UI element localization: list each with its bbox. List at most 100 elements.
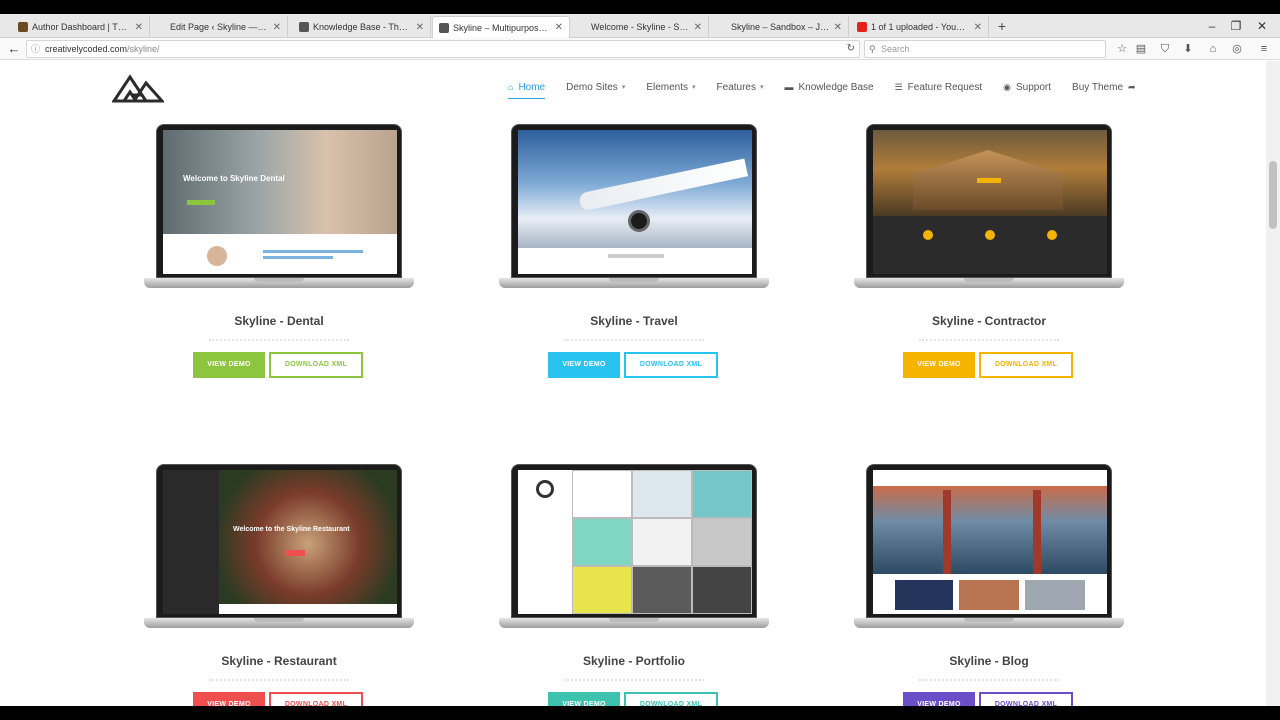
demo-title: Skyline - Restaurant (221, 654, 337, 668)
pocket-icon[interactable]: ⛉ (1157, 41, 1173, 57)
maximize-icon[interactable]: ❐ (1226, 18, 1246, 34)
laptop-screen-bezel: Welcome to the Skyline Restaurant (156, 464, 402, 618)
web-page: ⌂ Home Demo Sites ▾ Elements ▾ Features ▾ ▬ Knowl… (0, 61, 1266, 706)
bookmark-star-icon[interactable]: ☆ (1114, 41, 1130, 57)
nav-item[interactable]: Features ▾ (717, 82, 764, 93)
demo-title: Skyline - Dental (234, 314, 324, 328)
nav-item-label: Elements (646, 81, 689, 93)
search-icon: ⚲ (869, 44, 876, 54)
nav-item[interactable]: ◉ Support (1003, 82, 1051, 93)
demo-title: Skyline - Travel (590, 314, 678, 328)
scrollbar-thumb[interactable] (1269, 161, 1277, 229)
download-xml-button[interactable]: DOWNLOAD XML (624, 352, 718, 378)
tab-favicon-icon (18, 22, 28, 32)
support-icon: ◉ (1003, 81, 1012, 92)
browser-tab[interactable]: Welcome - Skyline - Sandbox ... ✕ (571, 16, 709, 38)
laptop-base (499, 618, 769, 628)
url-host: creativelycoded.com (45, 44, 128, 54)
extension-icon[interactable]: ◎ (1229, 41, 1245, 57)
tab-label: Skyline – Sandbox – Just anoth... (731, 22, 830, 32)
laptop-preview-image[interactable] (854, 464, 1124, 640)
demo-card: Welcome to Skyline Dental Skyline - Denta… (129, 124, 429, 384)
reload-icon[interactable]: ↻ (847, 41, 855, 57)
search-placeholder: Search (881, 44, 910, 54)
chevron-down-icon: ▾ (692, 84, 696, 91)
download-xml-button[interactable]: DOWNLOAD XML (269, 352, 363, 378)
nav-item[interactable]: Elements ▾ (646, 82, 695, 93)
laptop-base (144, 618, 414, 628)
nav-item[interactable]: ⌂ Home (508, 82, 546, 99)
view-demo-button[interactable]: VIEW DEMO (548, 352, 620, 378)
menu-icon[interactable]: ≡ (1256, 41, 1272, 57)
download-xml-button[interactable]: DOWNLOAD XML (269, 692, 363, 706)
tab-close-icon[interactable]: ✕ (834, 22, 842, 33)
url-path: /skyline/ (127, 44, 160, 54)
nav-item-label: Demo Sites (566, 81, 618, 93)
demo-card: Skyline - Portfolio VIEW DEMO DOWNLOAD XML (484, 464, 784, 706)
browser-tab[interactable]: 1 of 1 uploaded - YouTube ✕ (851, 16, 989, 38)
download-icon[interactable]: ⬇ (1180, 41, 1196, 57)
tab-bar: Author Dashboard | Them...✕Edit Page ‹ S… (0, 14, 1280, 38)
tab-close-icon[interactable]: ✕ (555, 22, 563, 33)
view-demo-button[interactable]: VIEW DEMO (903, 352, 975, 378)
tab-label: 1 of 1 uploaded - YouTube (871, 22, 970, 32)
laptop-preview-image[interactable] (854, 124, 1124, 300)
minimize-icon[interactable]: – (1202, 18, 1222, 34)
laptop-preview-image[interactable] (499, 124, 769, 300)
tab-close-icon[interactable]: ✕ (694, 22, 702, 33)
laptop-base (499, 278, 769, 288)
tab-close-icon[interactable]: ✕ (416, 22, 424, 33)
browser-tab[interactable]: Skyline – Sandbox – Just anoth... ✕ (711, 16, 849, 38)
download-xml-button[interactable]: DOWNLOAD XML (624, 692, 718, 706)
demo-screenshot: Welcome to Skyline Dental (163, 130, 397, 274)
list-icon: ☰ (894, 81, 903, 92)
download-xml-button[interactable]: DOWNLOAD XML (979, 352, 1073, 378)
view-demo-button[interactable]: VIEW DEMO (548, 692, 620, 706)
home-toolbar-icon[interactable]: ⌂ (1205, 41, 1221, 57)
laptop-base (854, 278, 1124, 288)
nav-item[interactable]: Buy Theme ➦ (1072, 82, 1136, 93)
view-demo-button[interactable]: VIEW DEMO (193, 692, 265, 706)
browser-tab[interactable]: Knowledge Base - Theme ... ✕ (293, 16, 431, 38)
site-info-icon[interactable]: ⓘ (31, 41, 40, 57)
nav-item-label: Buy Theme (1072, 81, 1123, 93)
divider (919, 679, 1059, 681)
close-window-icon[interactable]: ✕ (1252, 18, 1272, 34)
address-bar[interactable]: ⓘ creativelycoded.com/skyline/ ↻ (26, 40, 860, 58)
browser-tab[interactable]: Skyline – Multipurpose W... ✕ (432, 16, 570, 38)
tab-label: Edit Page ‹ Skyline — WordPress (170, 22, 269, 32)
demo-title: Skyline - Blog (949, 654, 1029, 668)
new-tab-button[interactable]: + (994, 17, 1010, 35)
tab-favicon-icon (299, 22, 309, 32)
search-input[interactable]: ⚲ Search (864, 40, 1106, 58)
site-navigation: ⌂ Home Demo Sites ▾ Elements ▾ Features ▾ ▬ Knowl… (508, 77, 1157, 99)
nav-item[interactable]: ☰ Feature Request (895, 82, 983, 93)
download-xml-button[interactable]: DOWNLOAD XML (979, 692, 1073, 706)
nav-item[interactable]: ▬ Knowledge Base (785, 82, 874, 93)
scrollbar[interactable] (1266, 61, 1280, 706)
laptop-preview-image[interactable]: Welcome to the Skyline Restaurant (144, 464, 414, 640)
demo-card: Skyline - Travel VIEW DEMO DOWNLOAD XML (484, 124, 784, 384)
divider (919, 339, 1059, 341)
nav-item[interactable]: Demo Sites ▾ (566, 82, 625, 93)
back-icon[interactable]: ← (6, 41, 22, 57)
site-logo[interactable] (112, 71, 164, 105)
laptop-preview-image[interactable] (499, 464, 769, 640)
view-demo-button[interactable]: VIEW DEMO (903, 692, 975, 706)
tab-favicon-icon (156, 22, 166, 32)
laptop-preview-image[interactable]: Welcome to Skyline Dental (144, 124, 414, 300)
reading-list-icon[interactable]: ▤ (1133, 41, 1149, 57)
laptop-screen-bezel (511, 124, 757, 278)
tab-favicon-icon (439, 22, 449, 33)
nav-item-label: Knowledge Base (798, 81, 874, 93)
laptop-base (144, 278, 414, 288)
tab-close-icon[interactable]: ✕ (974, 22, 982, 33)
browser-tab[interactable]: Edit Page ‹ Skyline — WordPress ✕ (150, 16, 288, 38)
tab-close-icon[interactable]: ✕ (135, 22, 143, 33)
browser-window: Author Dashboard | Them...✕Edit Page ‹ S… (0, 14, 1280, 706)
divider (209, 679, 349, 681)
tab-favicon-icon (717, 22, 727, 32)
tab-close-icon[interactable]: ✕ (273, 22, 281, 33)
view-demo-button[interactable]: VIEW DEMO (193, 352, 265, 378)
browser-tab[interactable]: Author Dashboard | Them... ✕ (12, 16, 150, 38)
